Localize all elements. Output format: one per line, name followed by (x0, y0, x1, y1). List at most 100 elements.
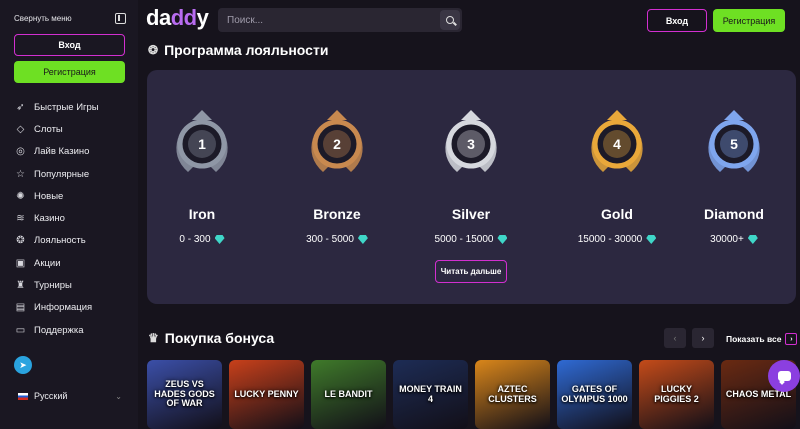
game-title: LUCKY PIGGIES 2 (654, 384, 699, 404)
gem-icon (357, 235, 368, 244)
game-tile[interactable]: AZTEC CLUSTERS (475, 360, 550, 429)
game-title: LUCKY PENNY (234, 388, 299, 399)
sidebar-item-promotions[interactable]: ▣ Акции (14, 252, 129, 274)
daddy-logo[interactable]: daddy (146, 5, 209, 31)
game-tile[interactable]: LE BANDIT (311, 360, 386, 429)
tier-range: 300 - 5000 (306, 234, 368, 245)
sidebar-collapse-icon[interactable] (115, 12, 126, 24)
diamond-icon: ◇ (16, 123, 25, 135)
top-hat-icon: ♛ (148, 331, 159, 345)
sidebar-item-label: Казино (34, 213, 65, 225)
chat-bubble-icon (777, 371, 791, 381)
sidebar-item-new[interactable]: ✺ Новые (14, 185, 129, 207)
tier-card: 5 Diamond 30000+ (679, 108, 789, 245)
bronze-medal-icon: 2 (311, 110, 363, 172)
collapse-menu-row[interactable]: Свернуть меню (14, 11, 126, 25)
sidebar-item-label: Лояльность (34, 235, 86, 247)
tier-range-text: 5000 - 15000 (434, 234, 494, 245)
sidebar-item-label: Популярные (34, 168, 90, 180)
sidebar-item-information[interactable]: ▤ Информация (14, 297, 129, 319)
live-chat-button[interactable] (768, 360, 800, 392)
arrow-right-icon: › (785, 333, 798, 345)
telegram-icon[interactable]: ➤ (14, 356, 32, 374)
sidebar-item-label: Турниры (34, 280, 72, 292)
sidebar-item-label: Быстрые Игры (34, 101, 99, 113)
carousel-prev-button[interactable]: ‹ (664, 328, 686, 348)
sidebar-item-fast-games[interactable]: ➶ Быстрые Игры (14, 96, 129, 118)
sidebar-item-popular[interactable]: ☆ Популярные (14, 163, 129, 185)
game-tile[interactable]: GATES OF OLYMPUS 1000 (557, 360, 632, 429)
star-icon: ☆ (16, 168, 25, 180)
logo-part: y (196, 5, 209, 30)
tier-name: Iron (188, 206, 216, 222)
game-title: ZEUS VS HADES GODS OF WAR (154, 379, 215, 409)
medal-number: 2 (333, 136, 341, 152)
carousel-next-button[interactable]: › (692, 328, 714, 348)
sidebar-item-casino[interactable]: ≋ Казино (14, 207, 129, 229)
tier-name: Bronze (313, 206, 361, 222)
bonus-games-row: ZEUS VS HADES GODS OF WAR LUCKY PENNY LE… (147, 360, 800, 429)
game-tile[interactable]: LUCKY PENNY (229, 360, 304, 429)
chevron-right-icon: › (701, 333, 705, 343)
sidebar-login-button[interactable]: Вход (14, 34, 125, 56)
sidebar-item-label: Лайв Казино (34, 146, 90, 158)
rocket-icon: ➶ (16, 101, 25, 113)
header-login-button[interactable]: Вход (647, 9, 707, 32)
tier-range: 5000 - 15000 (435, 234, 508, 245)
tier-range-text: 0 - 300 (179, 234, 211, 245)
sidebar-item-loyalty[interactable]: ❂ Лояльность (14, 230, 129, 252)
logo-part-accent: dd (170, 5, 197, 30)
sidebar: Свернуть меню Вход Регистрация ➶ Быстрые … (0, 0, 138, 429)
sidebar-register-button[interactable]: Регистрация (14, 61, 125, 83)
show-all-label: Показать все (726, 334, 782, 344)
tier-range: 15000 - 30000 (578, 234, 657, 245)
sidebar-item-tournaments[interactable]: ♜ Турниры (14, 274, 129, 296)
tier-range: 30000+ (710, 234, 758, 245)
collapse-menu-label: Свернуть меню (14, 13, 72, 23)
game-title: LE BANDIT (324, 388, 373, 399)
chevron-left-icon: ‹ (673, 333, 677, 343)
search-button[interactable] (440, 10, 460, 30)
new-badge-icon: ✺ (16, 190, 25, 202)
loyalty-title-text: Программа лояльности (164, 42, 329, 58)
loyalty-section-title: ❂ Программа лояльности (148, 42, 328, 58)
russia-flag-icon (18, 392, 28, 400)
game-tile[interactable]: LUCKY PIGGIES 2 (639, 360, 714, 429)
chevron-down-icon: ⌄ (115, 391, 122, 401)
search-icon (446, 16, 454, 24)
medal-icon: ❂ (16, 235, 25, 247)
diamond-medal-icon: 5 (708, 110, 760, 172)
game-tile[interactable]: ZEUS VS HADES GODS OF WAR (147, 360, 222, 429)
language-selector[interactable]: Русский ⌄ (18, 391, 122, 401)
medal-icon: ❂ (148, 43, 159, 57)
tier-card: 2 Bronze 300 - 5000 (282, 108, 392, 245)
iron-medal-icon: 1 (176, 110, 228, 172)
sidebar-item-slots[interactable]: ◇ Слоты (14, 118, 129, 140)
medal-number: 5 (730, 136, 738, 152)
logo-part: da (146, 5, 171, 30)
show-all-link[interactable]: Показать все › (726, 333, 798, 345)
info-icon: ▤ (15, 302, 26, 314)
sidebar-item-live-casino[interactable]: ◎ Лайв Казино (14, 141, 129, 163)
game-title: MONEY TRAIN 4 (399, 384, 462, 404)
tier-card: 1 Iron 0 - 300 (147, 108, 257, 245)
coins-icon: ≋ (16, 213, 25, 225)
sidebar-item-label: Акции (34, 257, 61, 269)
sidebar-nav: ➶ Быстрые Игры ◇ Слоты ◎ Лайв Казино ☆ Попул… (14, 96, 129, 341)
search-input[interactable] (227, 14, 427, 26)
header-register-button[interactable]: Регистрация (713, 9, 785, 32)
read-more-button[interactable]: Читать дальше (435, 260, 507, 283)
bonus-section-title: ♛ Покупка бонуса (148, 330, 274, 346)
medal-number: 3 (467, 136, 475, 152)
language-label: Русский (34, 391, 68, 401)
medal-number: 1 (198, 136, 206, 152)
sidebar-item-support[interactable]: ▭ Поддержка (14, 319, 129, 341)
game-title: AZTEC CLUSTERS (488, 384, 537, 404)
game-tile[interactable]: MONEY TRAIN 4 (393, 360, 468, 429)
chat-support-icon: ▭ (15, 324, 26, 336)
bonus-title-text: Покупка бонуса (164, 330, 275, 346)
chip-icon: ◎ (16, 146, 25, 158)
tier-range-text: 300 - 5000 (306, 234, 354, 245)
medal-number: 4 (613, 136, 621, 152)
sidebar-item-label: Слоты (34, 123, 63, 135)
